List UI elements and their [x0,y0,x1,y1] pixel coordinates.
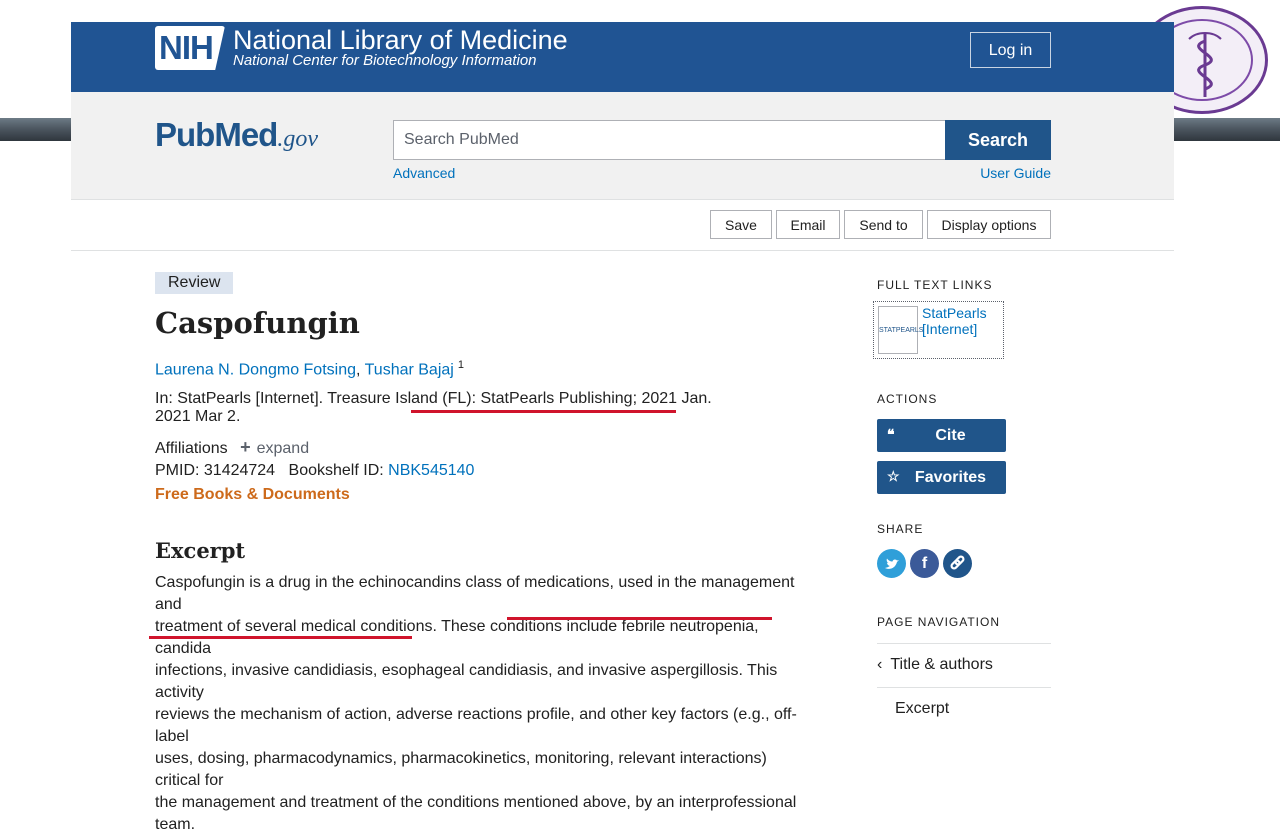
nav-divider [877,687,1051,688]
author-link[interactable]: Laurena N. Dongmo Fotsing [155,361,356,378]
review-badge: Review [155,272,234,294]
article-toolbar: Save Email Send to Display options [71,200,1174,251]
expand-affiliations[interactable]: + expand [240,437,310,457]
excerpt-line: the management and treatment of the cond… [155,794,797,833]
copy-link-icon[interactable] [943,549,972,578]
search-band: PubMed.gov Search Advanced User Guide [71,92,1174,200]
excerpt-heading: Excerpt [155,538,246,563]
facebook-icon[interactable]: f [910,549,939,578]
excerpt-line: uses, dosing, pharmacodynamics, pharmaco… [155,750,767,789]
ncbi-subtitle: National Center for Biotechnology Inform… [233,52,537,69]
chevron-left-icon: ‹ [877,656,883,673]
nav-title-authors-label: Title & authors [890,656,993,673]
author-link[interactable]: Tushar Bajaj [365,361,454,378]
bookshelf-label: Bookshelf ID: [288,462,389,479]
citation-line: In: StatPearls [Internet]. Treasure Isla… [155,390,712,407]
favorites-button[interactable]: ☆ Favorites [877,461,1006,494]
statpearls-logo: STATPEARLS [878,306,923,354]
nih-header: NIH National Library of Medicine Nationa… [71,22,1174,92]
red-underline-annotation [507,617,772,620]
statpearls-full-text-link[interactable]: STATPEARLS StatPearls [Internet] [873,301,1004,359]
email-button[interactable]: Email [776,210,840,239]
share-heading: SHARE [877,522,924,536]
affiliations-row: Affiliations + expand [155,437,309,458]
nav-excerpt[interactable]: Excerpt [895,700,949,718]
red-underline-annotation [149,636,412,639]
article-ids: PMID: 31424724 Bookshelf ID: NBK545140 [155,462,474,480]
full-text-links-heading: FULL TEXT LINKS [877,278,993,292]
search-input[interactable] [393,120,946,160]
plus-icon: + [240,437,251,457]
cite-label: Cite [935,427,966,444]
pubmed-logo[interactable]: PubMed.gov [155,116,318,162]
excerpt-line: reviews the mechanism of action, adverse… [155,706,797,745]
cite-button[interactable]: ❝ Cite [877,419,1006,452]
nav-title-authors[interactable]: ‹ Title & authors [877,656,993,674]
send-to-button[interactable]: Send to [844,210,923,239]
red-underline-annotation [411,410,676,413]
nih-logo[interactable]: NIH [155,26,225,70]
bookshelf-id-link[interactable]: NBK545140 [388,462,474,479]
logo-gov-text: .gov [277,126,318,152]
advanced-search-link[interactable]: Advanced [393,165,455,181]
nav-divider [877,643,1051,644]
favorites-label: Favorites [914,469,987,486]
free-books-label[interactable]: Free Books & Documents [155,486,350,504]
display-options-button[interactable]: Display options [927,210,1051,239]
citation: In: StatPearls [Internet]. Treasure Isla… [155,390,775,426]
statpearls-link-text[interactable]: StatPearls [Internet] [922,305,1003,337]
logo-pub-text: Pub [155,116,215,153]
save-button[interactable]: Save [710,210,772,239]
excerpt-line: Caspofungin is a drug in the echinocandi… [155,574,795,613]
author-separator: , [356,361,365,379]
expand-label: expand [256,440,310,457]
twitter-icon[interactable] [877,549,906,578]
user-guide-link[interactable]: User Guide [980,165,1051,181]
page-navigation-heading: PAGE NAVIGATION [877,615,1001,629]
excerpt-text: Caspofungin is a drug in the echinocandi… [155,572,811,836]
actions-heading: ACTIONS [877,392,938,406]
affiliation-superscript[interactable]: 1 [458,359,464,371]
search-button[interactable]: Search [945,120,1051,160]
pmid: PMID: 31424724 [155,462,276,479]
login-button[interactable]: Log in [970,32,1051,68]
logo-med-text: Med [214,116,278,153]
author-list: Laurena N. Dongmo Fotsing, Tushar Bajaj 1 [155,359,464,379]
affiliations-label: Affiliations [155,440,228,457]
excerpt-line: infections, invasive candidiasis, esopha… [155,662,778,701]
article-title: Caspofungin [155,306,360,340]
